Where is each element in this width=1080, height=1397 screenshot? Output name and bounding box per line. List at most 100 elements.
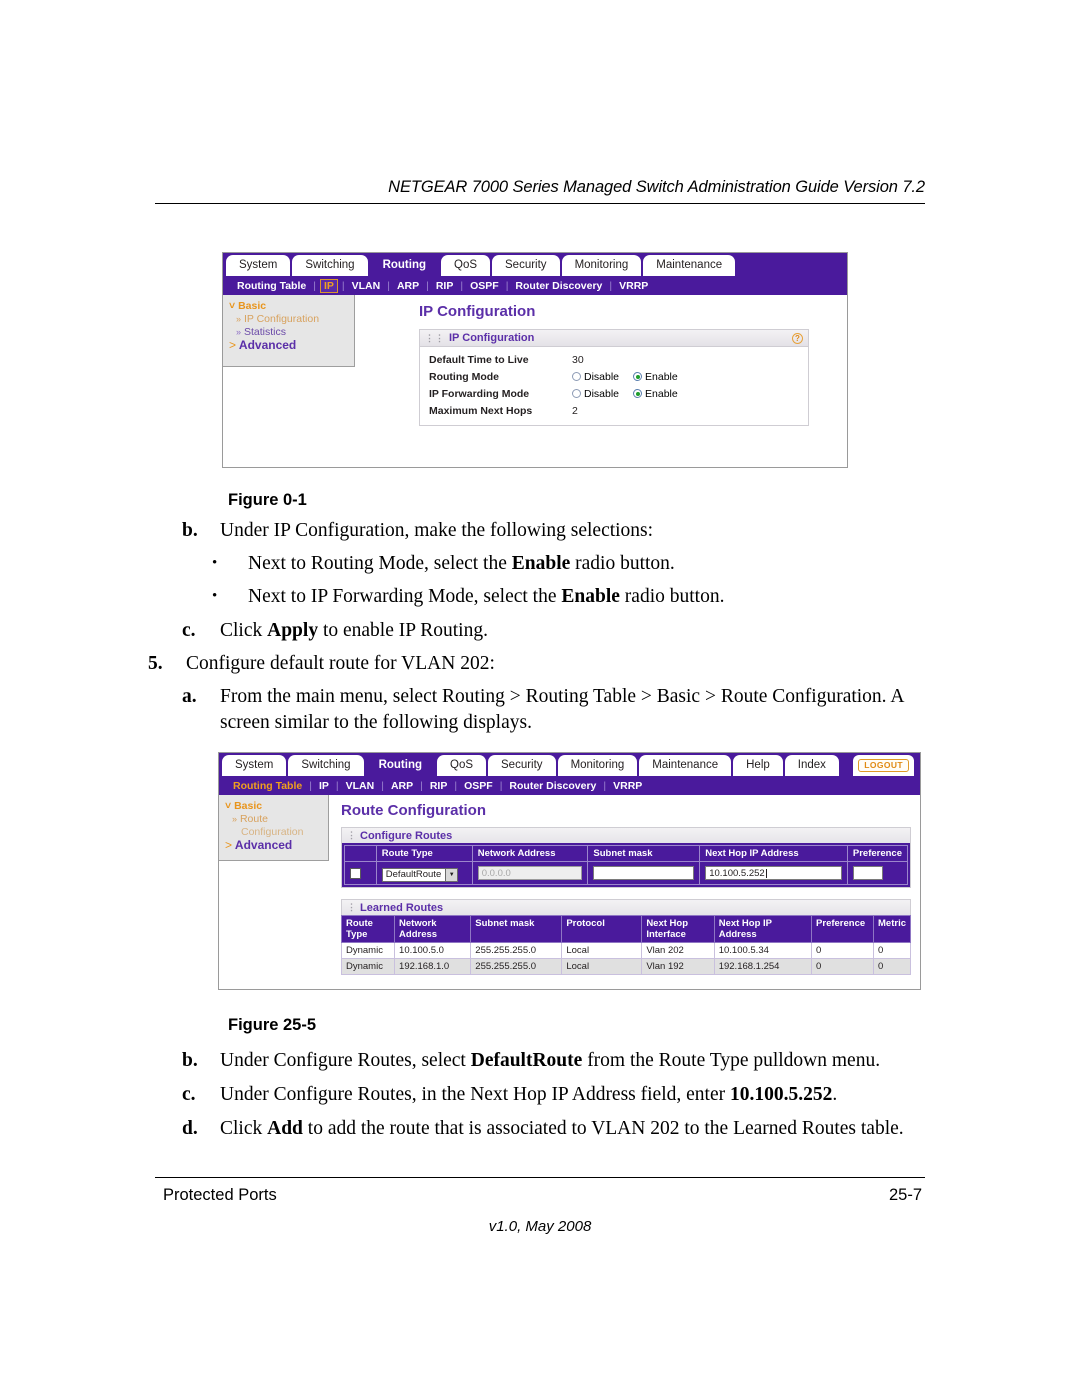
tab-maintenance[interactable]: Maintenance: [643, 255, 736, 276]
tab-system[interactable]: System: [226, 255, 291, 276]
subnav-routing-table[interactable]: Routing Table: [227, 780, 308, 792]
tab-system[interactable]: System: [222, 755, 287, 776]
leftnav-item-advanced[interactable]: ˃ Advanced: [223, 839, 324, 852]
tab-routing[interactable]: Routing: [365, 755, 435, 776]
chevron-right-icon: ˃: [229, 338, 237, 352]
tab-security[interactable]: Security: [488, 755, 556, 776]
table-header-row: Route Type Network Address Subnet mask P…: [340, 915, 911, 943]
leftnav-item-advanced[interactable]: ˃ Advanced: [227, 339, 350, 352]
leftnav-item-ip-configuration[interactable]: » IP Configuration: [227, 313, 350, 326]
tab-qos[interactable]: QoS: [441, 255, 491, 276]
step-a-from-main-menu: a. From the main menu, select Routing > …: [182, 684, 920, 736]
tab-security[interactable]: Security: [492, 255, 560, 276]
figure-1-screenshot: System Switching Routing QoS Security Mo…: [222, 252, 848, 468]
step-marker: a.: [182, 686, 197, 707]
col-preference: Preference: [811, 915, 875, 943]
configure-routes-header: ⋮ Configure Routes: [341, 827, 911, 843]
chevron-right-icon: ˅: [229, 300, 236, 312]
field-row-default-ttl: Default Time to Live 30: [420, 351, 808, 368]
col-network-address: Network Address: [471, 845, 589, 862]
cell-next-hop-interface: Vlan 192: [641, 958, 715, 975]
configure-routes-title: Configure Routes: [360, 829, 453, 842]
grip-icon: ⋮⋮: [425, 332, 445, 343]
tab-qos[interactable]: QoS: [437, 755, 487, 776]
step-b-select-defaultroute: b. Under Configure Routes, select Defaul…: [182, 1048, 927, 1074]
route-type-select[interactable]: DefaultRoute ▼: [381, 867, 459, 882]
ip-forwarding-disable-radio[interactable]: Disable: [572, 388, 619, 400]
radio-circle-selected-icon: [633, 389, 643, 398]
cell-next-hop-interface: Vlan 202: [641, 942, 715, 959]
figure-2-caption: Figure 25-5: [228, 1016, 317, 1034]
tab-monitoring[interactable]: Monitoring: [557, 755, 638, 776]
subnav-routing-table[interactable]: Routing Table: [231, 280, 312, 292]
step-text: Under IP Configuration, make the followi…: [220, 520, 654, 541]
fig2-sub-nav: Routing Table | IP | VLAN | ARP | RIP | …: [219, 776, 920, 795]
tab-index[interactable]: Index: [784, 755, 839, 776]
subnav-router-discovery[interactable]: Router Discovery: [509, 280, 608, 292]
subnav-vrrp[interactable]: VRRP: [607, 780, 648, 792]
col-next-hop-interface: Next Hop Interface: [641, 915, 715, 943]
bullet-routing-mode-enable: • Next to Routing Mode, select the Enabl…: [212, 551, 932, 577]
field-value: 30: [572, 353, 584, 366]
subnav-arp[interactable]: ARP: [391, 280, 425, 292]
footer-version: v1.0, May 2008: [488, 1218, 592, 1235]
subnav-ip[interactable]: IP: [319, 278, 338, 293]
learned-routes-header: ⋮ Learned Routes: [341, 899, 911, 915]
text-caret: [765, 868, 767, 878]
subnav-vlan[interactable]: VLAN: [346, 280, 387, 292]
fig2-content: ˅ Basic » Route Configuration ˃ Advanced…: [219, 795, 920, 989]
tab-help[interactable]: Help: [733, 755, 783, 776]
tab-routing[interactable]: Routing: [369, 255, 439, 276]
tab-switching[interactable]: Switching: [292, 255, 368, 276]
subnav-ospf[interactable]: OSPF: [464, 280, 505, 292]
network-address-input[interactable]: 0.0.0.0: [477, 866, 583, 880]
ip-forwarding-enable-radio[interactable]: Enable: [633, 388, 678, 400]
subnav-rip[interactable]: RIP: [424, 780, 454, 792]
tab-maintenance[interactable]: Maintenance: [639, 755, 732, 776]
cell-protocol: Local: [561, 942, 643, 959]
field-row-ip-forwarding-mode: IP Forwarding Mode Disable Enable: [420, 385, 808, 402]
subnav-ip[interactable]: IP: [313, 780, 335, 792]
ip-configuration-panel: ⋮⋮ IP Configuration ? Default Time to Li…: [419, 329, 809, 426]
row-checkbox[interactable]: [350, 867, 361, 879]
step-text: Under Configure Routes, in the Next Hop …: [220, 1084, 838, 1105]
cell-route-type: DefaultRoute ▼: [375, 861, 473, 885]
step-marker: c.: [182, 620, 196, 641]
fig2-tab-strip: System Switching Routing QoS Security Mo…: [219, 753, 920, 776]
tab-switching[interactable]: Switching: [288, 755, 364, 776]
subnav-vrrp[interactable]: VRRP: [613, 280, 654, 292]
footer-page-number: 25-7: [888, 1186, 922, 1204]
cell-preference: 0: [811, 942, 875, 959]
subnav-router-discovery[interactable]: Router Discovery: [503, 780, 602, 792]
help-question-icon[interactable]: ?: [792, 333, 803, 344]
leftnav-item-basic[interactable]: ˅ Basic: [227, 300, 350, 313]
subnav-arp[interactable]: ARP: [385, 780, 419, 792]
panel-body: Default Time to Live 30 Routing Mode Dis…: [419, 346, 809, 426]
field-label: Maximum Next Hops: [429, 404, 533, 417]
header-rule: [155, 203, 925, 204]
cell-route-type: Dynamic: [340, 958, 396, 975]
chevron-right-icon: »: [236, 327, 242, 337]
leftnav-item-route-configuration[interactable]: » Route: [223, 813, 324, 826]
running-head: NETGEAR 7000 Series Managed Switch Admin…: [388, 178, 925, 196]
fig1-content: ˅ Basic » IP Configuration » Statistics …: [223, 295, 847, 467]
configure-routes-table: Route Type Network Address Subnet mask N…: [344, 845, 909, 885]
tab-monitoring[interactable]: Monitoring: [561, 255, 642, 276]
subnav-rip[interactable]: RIP: [430, 280, 460, 292]
table-row: DefaultRoute ▼ 0.0.0.0 10.100.5.252: [344, 861, 909, 885]
cell-metric: 0: [873, 958, 911, 975]
leftnav-item-basic[interactable]: ˅ Basic: [223, 800, 324, 813]
subnet-mask-input[interactable]: [593, 866, 695, 880]
logout-area: LOGOUT: [853, 755, 914, 776]
subnav-ospf[interactable]: OSPF: [458, 780, 499, 792]
step-marker: 5.: [148, 653, 163, 674]
logout-button[interactable]: LOGOUT: [858, 758, 909, 773]
cell-protocol: Local: [561, 958, 643, 975]
next-hop-ip-input[interactable]: 10.100.5.252: [705, 866, 842, 880]
configure-routes-body: Route Type Network Address Subnet mask N…: [341, 843, 911, 888]
preference-input[interactable]: [852, 866, 883, 880]
routing-mode-enable-radio[interactable]: Enable: [633, 371, 678, 383]
subnav-vlan[interactable]: VLAN: [340, 780, 381, 792]
col-network-address: Network Address: [394, 915, 472, 943]
routing-mode-disable-radio[interactable]: Disable: [572, 371, 619, 383]
